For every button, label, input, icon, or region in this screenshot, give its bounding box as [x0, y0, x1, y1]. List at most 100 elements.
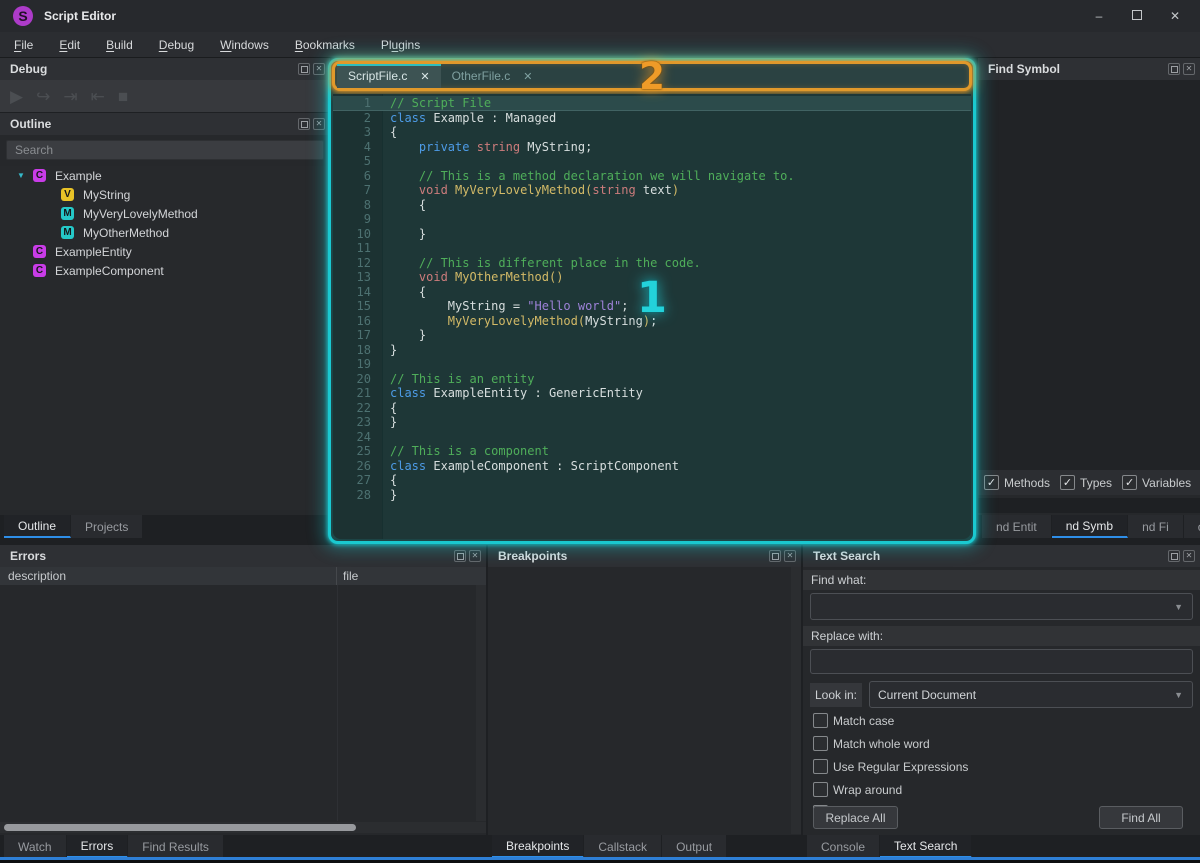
code-text: private string MyString; [383, 140, 592, 155]
tab-watch[interactable]: Watch [4, 835, 67, 858]
tab-outline[interactable]: Outline [4, 515, 71, 538]
errors-horizontal-scrollbar[interactable] [0, 822, 486, 833]
outline-item-myothermethod[interactable]: MMyOtherMethod [0, 223, 330, 242]
tab-console[interactable]: Console [807, 835, 880, 858]
text-search-panel-title: Text Search [813, 549, 1168, 563]
outline-item-myverylovelymethod[interactable]: MMyVeryLovelyMethod [0, 204, 330, 223]
minimize-button[interactable]: – [1092, 9, 1106, 23]
replace-with-input[interactable] [810, 649, 1193, 674]
checkbox-label: Use Regular Expressions [833, 760, 968, 774]
float-panel-icon[interactable] [1168, 550, 1180, 562]
menu-build[interactable]: Build [106, 38, 133, 52]
column-description[interactable]: description [0, 567, 337, 585]
find-all-button[interactable]: Find All [1099, 806, 1183, 829]
float-panel-icon[interactable] [298, 118, 310, 130]
tab-callstack[interactable]: Callstack [584, 835, 662, 858]
outline-item-examplecomponent[interactable]: CExampleComponent [0, 261, 330, 280]
errors-panel: Errors ✕ description file WatchErrorsFin… [0, 545, 486, 858]
outline-item-label: ExampleEntity [55, 245, 132, 259]
code-line: 4 private string MyString; [333, 140, 971, 155]
line-number: 28 [333, 488, 383, 503]
line-number: 12 [333, 256, 383, 271]
line-number: 21 [333, 386, 383, 401]
tab-errors[interactable]: Errors [67, 835, 129, 858]
tab-nd-fi[interactable]: nd Fi [1128, 515, 1184, 538]
find-symbol-input-strip[interactable] [978, 498, 1200, 513]
float-panel-icon[interactable] [298, 63, 310, 75]
menu-file[interactable]: File [14, 38, 33, 52]
code-line: 3{ [333, 125, 971, 140]
run-to-cursor-icon[interactable]: ↪ [36, 88, 50, 105]
tab-find-results[interactable]: Find Results [128, 835, 224, 858]
find-symbol-panel-title: Find Symbol [988, 62, 1168, 76]
look-in-label: Look in: [810, 683, 862, 707]
tab-text-search[interactable]: Text Search [880, 835, 972, 858]
checkbox-use-regular-expressions[interactable]: Use Regular Expressions [813, 759, 968, 774]
stop-icon[interactable]: ■ [118, 88, 128, 105]
menu-edit[interactable]: Edit [59, 38, 80, 52]
step-out-icon[interactable]: ⇤ [91, 88, 105, 105]
tab-output[interactable]: Output [662, 835, 727, 858]
outline-item-exampleentity[interactable]: CExampleEntity [0, 242, 330, 261]
menu-bookmarks[interactable]: Bookmarks [295, 38, 355, 52]
outline-tab-bar: OutlineProjects [0, 515, 330, 538]
code-text: } [383, 343, 397, 358]
replace-all-button[interactable]: Replace All [813, 806, 898, 829]
play-icon[interactable]: ▶ [10, 88, 23, 105]
scrollbar-thumb[interactable] [4, 824, 356, 831]
close-panel-icon[interactable]: ✕ [1183, 550, 1195, 562]
outline-tree: ▼CExampleVMyStringMMyVeryLovelyMethodMMy… [0, 166, 330, 510]
tab-nd-symb[interactable]: nd Symb [1052, 515, 1128, 538]
outline-item-example[interactable]: ▼CExample [0, 166, 330, 185]
errors-vertical-scrollbar[interactable] [476, 585, 486, 821]
menu-windows[interactable]: Windows [220, 38, 269, 52]
code-text: } [383, 488, 397, 503]
tab-nd-entit[interactable]: nd Entit [982, 515, 1052, 538]
checkbox-match-whole-word[interactable]: Match whole word [813, 736, 968, 751]
checkbox-methods[interactable]: ✓Methods [984, 475, 1050, 490]
code-line: 12 // This is different place in the cod… [333, 256, 971, 271]
checkbox-match-case[interactable]: Match case [813, 713, 968, 728]
method-badge-icon: M [61, 207, 74, 220]
tab-ookmark[interactable]: ookmark [1184, 515, 1200, 538]
look-in-combo[interactable]: Current Document ▼ [869, 681, 1193, 708]
float-panel-icon[interactable] [1168, 63, 1180, 75]
find-what-combo[interactable]: ▼ [810, 593, 1193, 620]
close-button[interactable]: ✕ [1168, 9, 1182, 23]
close-panel-icon[interactable]: ✕ [313, 63, 325, 75]
code-line: 17 } [333, 328, 971, 343]
maximize-button[interactable] [1130, 9, 1144, 23]
breakpoints-panel: Breakpoints ✕ BreakpointsCallstackOutput [488, 545, 801, 858]
float-panel-icon[interactable] [454, 550, 466, 562]
replace-with-label: Replace with: [803, 626, 1200, 646]
tab-projects[interactable]: Projects [71, 515, 143, 538]
checkbox-wrap-around[interactable]: Wrap around [813, 782, 968, 797]
line-number: 1 [333, 96, 383, 110]
code-line: 18} [333, 343, 971, 358]
expand-arrow-icon[interactable]: ▼ [17, 171, 25, 180]
menu-plugins[interactable]: Plugins [381, 38, 420, 52]
breakpoints-vertical-scrollbar[interactable] [791, 567, 801, 834]
text-search-tab-bar: ConsoleText Search [803, 835, 1200, 858]
close-panel-icon[interactable]: ✕ [313, 118, 325, 130]
outline-item-mystring[interactable]: VMyString [0, 185, 330, 204]
line-number: 17 [333, 328, 383, 343]
outline-item-label: ExampleComponent [55, 264, 164, 278]
code-text [383, 357, 390, 372]
close-panel-icon[interactable]: ✕ [469, 550, 481, 562]
code-text: // This is a method declaration we will … [383, 169, 795, 184]
find-symbol-panel: Find Symbol ✕ ✓Methods ✓Types ✓Variables n… [978, 58, 1200, 538]
checkbox-variables[interactable]: ✓Variables [1122, 475, 1191, 490]
code-text: MyVeryLovelyMethod(MyString); [383, 314, 657, 329]
tab-breakpoints[interactable]: Breakpoints [492, 835, 584, 858]
outline-search-input[interactable] [6, 140, 324, 160]
menu-debug[interactable]: Debug [159, 38, 194, 52]
close-panel-icon[interactable]: ✕ [1183, 63, 1195, 75]
close-panel-icon[interactable]: ✕ [784, 550, 796, 562]
checkbox-types[interactable]: ✓Types [1060, 475, 1112, 490]
outline-item-label: Example [55, 169, 102, 183]
maximize-icon [1132, 10, 1142, 20]
step-into-icon[interactable]: ⇥ [63, 88, 77, 105]
float-panel-icon[interactable] [769, 550, 781, 562]
column-file[interactable]: file [337, 569, 358, 583]
